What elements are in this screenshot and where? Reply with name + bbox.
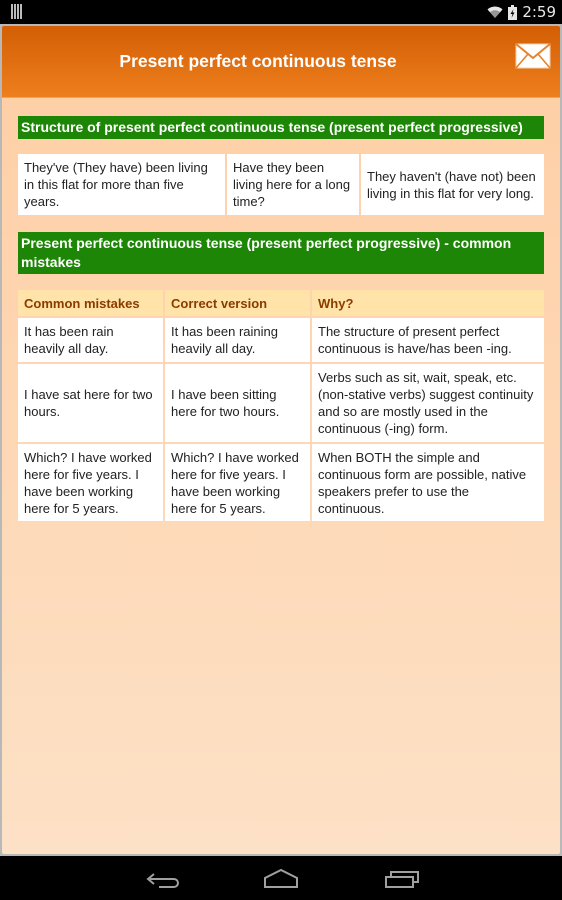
table-cell: I have sat here for two hours. bbox=[18, 364, 163, 442]
table-row: It has been rain heavily all day. It has… bbox=[18, 318, 544, 362]
recent-apps-icon bbox=[385, 871, 419, 888]
table-header-row: Common mistakes Correct version Why? bbox=[18, 290, 544, 316]
wifi-icon bbox=[487, 6, 503, 18]
mistakes-table: Common mistakes Correct version Why? It … bbox=[16, 288, 546, 523]
table-row: Which? I have worked here for five years… bbox=[18, 444, 544, 521]
table-row: They've (They have) been living in this … bbox=[18, 154, 544, 215]
app-header: Present perfect continuous tense bbox=[2, 26, 560, 97]
table-cell: Verbs such as sit, wait, speak, etc. (no… bbox=[312, 364, 544, 442]
navigation-bar bbox=[0, 856, 562, 900]
table-cell: Have they been living here for a long ti… bbox=[227, 154, 359, 215]
table-cell: When BOTH the simple and continuous form… bbox=[312, 444, 544, 521]
table-cell: It has been raining heavily all day. bbox=[165, 318, 310, 362]
home-button[interactable] bbox=[261, 864, 301, 894]
structure-table: They've (They have) been living in this … bbox=[16, 152, 546, 217]
column-header: Common mistakes bbox=[18, 290, 163, 316]
status-bar: 2:59 bbox=[0, 0, 562, 24]
recent-apps-button[interactable] bbox=[380, 864, 420, 894]
mail-button[interactable] bbox=[515, 43, 551, 69]
app-window: Present perfect continuous tense Structu… bbox=[0, 24, 562, 856]
table-cell: I have been sitting here for two hours. bbox=[165, 364, 310, 442]
clock: 2:59 bbox=[522, 3, 556, 21]
column-header: Why? bbox=[312, 290, 544, 316]
table-cell: It has been rain heavily all day. bbox=[18, 318, 163, 362]
home-icon bbox=[264, 868, 298, 888]
table-cell: They haven't (have not) been living in t… bbox=[361, 154, 544, 215]
back-icon bbox=[146, 873, 179, 888]
table-cell: Which? I have worked here for five years… bbox=[18, 444, 163, 521]
table-cell: The structure of present perfect continu… bbox=[312, 318, 544, 362]
content-area: Present perfect continuous tense Structu… bbox=[2, 26, 560, 854]
section-heading-structure: Structure of present perfect continuous … bbox=[18, 116, 544, 139]
notification-bars-icon bbox=[11, 4, 22, 19]
back-button[interactable] bbox=[141, 864, 181, 894]
status-icons: 2:59 bbox=[487, 0, 556, 24]
battery-charging-icon bbox=[508, 4, 518, 20]
page-title: Present perfect continuous tense bbox=[119, 51, 397, 71]
column-header: Correct version bbox=[165, 290, 310, 316]
table-cell: They've (They have) been living in this … bbox=[18, 154, 225, 215]
mail-icon bbox=[515, 43, 551, 69]
table-row: I have sat here for two hours. I have be… bbox=[18, 364, 544, 442]
section-heading-mistakes: Present perfect continuous tense (presen… bbox=[18, 232, 544, 274]
table-cell: Which? I have worked here for five years… bbox=[165, 444, 310, 521]
